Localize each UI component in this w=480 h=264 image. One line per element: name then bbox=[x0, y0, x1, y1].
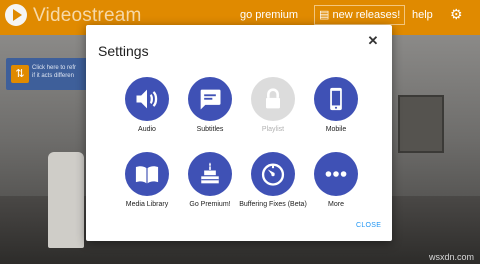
subtitles-icon bbox=[188, 77, 232, 121]
setting-label: Go Premium! bbox=[189, 201, 231, 208]
more-dots-icon bbox=[314, 152, 358, 196]
setting-media-library[interactable]: Media Library bbox=[113, 152, 181, 209]
setting-label: Audio bbox=[138, 126, 156, 133]
gift-icon: ▤ bbox=[319, 9, 333, 21]
banner-line-2: if it acts differen bbox=[32, 73, 74, 79]
watermark: wsxdn.com bbox=[428, 252, 474, 262]
book-icon bbox=[125, 152, 169, 196]
cake-icon bbox=[188, 152, 232, 196]
refresh-banner-text: Click here to refr if it acts differen bbox=[32, 64, 94, 80]
setting-go-premium[interactable]: Go Premium! bbox=[176, 152, 244, 209]
lock-icon bbox=[251, 77, 295, 121]
close-button[interactable]: CLOSE bbox=[356, 222, 381, 229]
help-link[interactable]: help bbox=[412, 9, 433, 21]
setting-mobile[interactable]: Mobile bbox=[302, 77, 370, 134]
banner-line-1: Click here to refr bbox=[32, 65, 77, 71]
setting-playlist: Playlist bbox=[239, 77, 307, 134]
close-icon[interactable]: ✕ bbox=[366, 34, 380, 48]
dialog-title: Settings bbox=[98, 43, 149, 59]
settings-dialog: Settings ✕ Audio Subtitles Playlist Mobi… bbox=[86, 25, 392, 241]
speaker-icon bbox=[125, 77, 169, 121]
background-object bbox=[48, 152, 84, 248]
refresh-icon: ⇅ bbox=[11, 65, 29, 83]
setting-audio[interactable]: Audio bbox=[113, 77, 181, 134]
setting-label: More bbox=[328, 201, 344, 208]
gear-icon[interactable]: ⚙ bbox=[450, 6, 463, 23]
app-name: Videostream bbox=[33, 5, 142, 26]
setting-subtitles[interactable]: Subtitles bbox=[176, 77, 244, 134]
setting-label: Buffering Fixes (Beta) bbox=[239, 201, 307, 208]
setting-label: Media Library bbox=[125, 201, 169, 208]
setting-more[interactable]: More bbox=[302, 152, 370, 209]
setting-label: Mobile bbox=[325, 126, 347, 133]
play-logo-icon bbox=[5, 4, 27, 26]
new-releases-label: new releases! bbox=[332, 9, 401, 21]
setting-label: Playlist bbox=[261, 126, 285, 133]
timer-icon bbox=[251, 152, 295, 196]
new-releases-button[interactable]: ▤ new releases! bbox=[314, 5, 406, 25]
setting-label: Subtitles bbox=[196, 126, 224, 133]
phone-icon bbox=[314, 77, 358, 121]
background-frame bbox=[398, 95, 444, 153]
refresh-banner[interactable]: ⇅ Click here to refr if it acts differen bbox=[6, 58, 96, 90]
setting-buffering-fixes[interactable]: Buffering Fixes (Beta) bbox=[239, 152, 307, 209]
go-premium-link[interactable]: go premium bbox=[240, 9, 298, 21]
